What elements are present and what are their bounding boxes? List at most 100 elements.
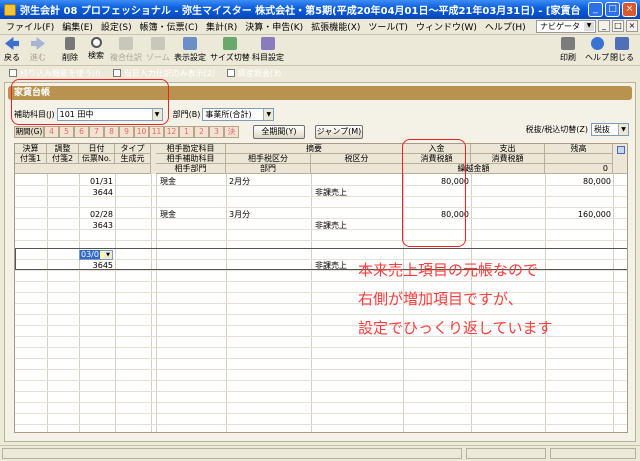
- annotation-line-2: 右側が増加項目ですが、: [358, 290, 523, 308]
- navigator-dropdown[interactable]: ナビゲータ ▼: [536, 20, 596, 33]
- close-door-icon: [615, 37, 629, 50]
- menu-file[interactable]: ファイル(F): [2, 20, 58, 33]
- display-settings-button[interactable]: 表示設定: [174, 37, 206, 63]
- grid-settings-button[interactable]: [613, 144, 627, 174]
- compound-entry-button[interactable]: 複合仕訳: [110, 37, 142, 63]
- period-month-9[interactable]: 9: [119, 126, 134, 138]
- status-pane-main: [2, 448, 462, 459]
- period-month-11[interactable]: 11: [149, 126, 164, 138]
- row1-balance: 80,000: [583, 177, 611, 186]
- close-window-button[interactable]: ×: [622, 2, 637, 17]
- search-button[interactable]: 検索: [88, 37, 104, 61]
- all-period-button[interactable]: 全期間(Y): [253, 125, 305, 139]
- annotation-text: 本来売上項目の元帳なので 右側が増加項目ですが、 設定でひっくり返しています: [358, 256, 553, 343]
- period-month-6[interactable]: 6: [74, 126, 89, 138]
- header-fusen2: 付箋2: [47, 154, 79, 164]
- printer-icon: [561, 37, 575, 50]
- header-source: 生成元: [115, 154, 151, 164]
- period-closing[interactable]: 決: [224, 126, 239, 138]
- annotation-line-1: 本来売上項目の元帳なので: [358, 261, 539, 279]
- close-button[interactable]: 閉じる: [610, 37, 634, 63]
- delete-button[interactable]: 削除: [62, 37, 78, 63]
- header-expense: 支出: [471, 144, 545, 154]
- row3-tax[interactable]: 非課売上: [315, 261, 347, 271]
- menu-bar: ファイル(F) 編集(E) 設定(S) 帳簿・伝票(C) 集計(R) 決算・申告…: [0, 19, 640, 35]
- mdi-restore-button[interactable]: □: [612, 20, 624, 32]
- header-chosei: 調整: [47, 144, 79, 154]
- period-label[interactable]: 期間(G): [14, 126, 44, 138]
- header-balance-blank: [545, 154, 613, 164]
- header-expense-tax: 消費税額: [471, 154, 545, 164]
- period-month-2[interactable]: 2: [194, 126, 209, 138]
- menu-extensions[interactable]: 拡張機能(X): [307, 20, 364, 33]
- chevron-down-icon: ▼: [104, 251, 112, 259]
- menu-help[interactable]: ヘルプ(H): [481, 20, 530, 33]
- period-month-8[interactable]: 8: [104, 126, 119, 138]
- row2-memo[interactable]: 3月分: [229, 210, 250, 220]
- chevron-down-icon: ▼: [263, 109, 274, 120]
- header-kessan: 決算: [15, 144, 47, 154]
- next-button[interactable]: 進む: [30, 37, 46, 63]
- tax-switch: 税抜/税込切替(Z) 税抜 ▼: [526, 123, 629, 136]
- compound-icon: [119, 37, 133, 50]
- menu-edit[interactable]: 編集(E): [58, 20, 97, 33]
- mdi-minimize-button[interactable]: _: [598, 20, 610, 32]
- zoom-button[interactable]: ゾーム: [146, 37, 170, 63]
- row2-date[interactable]: 02/28: [79, 210, 113, 220]
- period-month-10[interactable]: 10: [134, 126, 149, 138]
- row1-tax[interactable]: 非課売上: [315, 188, 347, 198]
- header-voucher: 伝票No.: [79, 154, 115, 164]
- checkbox-box: [112, 69, 121, 77]
- status-bar: [0, 445, 640, 461]
- menu-tools[interactable]: ツール(T): [364, 20, 412, 33]
- row1-memo[interactable]: 2月分: [229, 177, 250, 187]
- print-button[interactable]: 印刷: [560, 37, 576, 63]
- highlight-sub-account: [11, 79, 169, 125]
- minimize-button[interactable]: _: [588, 2, 603, 17]
- next-arrow-icon: [31, 37, 45, 50]
- today-only-checkbox[interactable]: 当日入力仕訳のみ表示(2): [112, 68, 215, 79]
- asset-reference-checkbox[interactable]: 資産照会(3): [226, 68, 281, 79]
- window-controls: _ □ ×: [588, 2, 637, 17]
- row2-account[interactable]: 現金: [160, 210, 176, 220]
- period-month-5[interactable]: 5: [59, 126, 74, 138]
- display-settings-icon: [183, 37, 197, 50]
- menu-totals[interactable]: 集計(R): [202, 20, 241, 33]
- size-switch-button[interactable]: サイズ切替: [210, 37, 250, 63]
- maximize-button[interactable]: □: [605, 2, 620, 17]
- period-month-12[interactable]: 12: [164, 126, 179, 138]
- title-bar: 弥生会計 08 プロフェッショナル - 弥生マイスター 株式会社・第5期(平成2…: [0, 0, 640, 19]
- menu-settings[interactable]: 設定(S): [97, 20, 136, 33]
- row2-voucher[interactable]: 3643: [79, 221, 113, 231]
- menu-window[interactable]: ウィンドウ(W): [412, 20, 481, 33]
- annotation-line-3: 設定でひっくり返しています: [358, 319, 553, 337]
- zoom-icon: [150, 37, 165, 50]
- period-month-7[interactable]: 7: [89, 126, 104, 138]
- checkbox-box: [226, 69, 235, 77]
- period-month-4[interactable]: 4: [44, 126, 59, 138]
- row3-voucher[interactable]: 3645: [79, 261, 113, 271]
- row1-voucher[interactable]: 3644: [79, 188, 113, 198]
- department-value: 事業所(合計): [205, 110, 252, 119]
- tax-switch-select[interactable]: 税抜 ▼: [591, 123, 629, 136]
- date-edit-value: 03/0: [80, 250, 100, 259]
- window-title: 弥生会計 08 プロフェッショナル - 弥生マイスター 株式会社・第5期(平成2…: [20, 6, 580, 17]
- period-month-1[interactable]: 1: [179, 126, 194, 138]
- row1-account[interactable]: 現金: [160, 177, 176, 187]
- help-icon: [590, 37, 604, 50]
- row2-tax[interactable]: 非課売上: [315, 221, 347, 231]
- department-label: 部門(B): [172, 110, 201, 119]
- menu-books[interactable]: 帳簿・伝票(C): [136, 20, 202, 33]
- period-month-3[interactable]: 3: [209, 126, 224, 138]
- date-edit-field[interactable]: 03/0 ▼: [79, 250, 113, 260]
- row1-date[interactable]: 01/31: [79, 177, 113, 187]
- mdi-close-button[interactable]: ×: [626, 20, 638, 32]
- jump-button[interactable]: ジャンプ(M): [315, 125, 363, 139]
- back-button[interactable]: 戻る: [4, 37, 20, 63]
- department-select[interactable]: 事業所(合計) ▼: [202, 108, 275, 121]
- account-settings-button[interactable]: 科目設定: [252, 37, 284, 63]
- help-button[interactable]: ヘルプ: [585, 37, 609, 63]
- header-counter-sub: 相手補助科目: [156, 154, 226, 164]
- menu-closing[interactable]: 決算・申告(K): [241, 20, 307, 33]
- filter-checkbox[interactable]: 絞り込み機能を使う(I): [9, 68, 101, 79]
